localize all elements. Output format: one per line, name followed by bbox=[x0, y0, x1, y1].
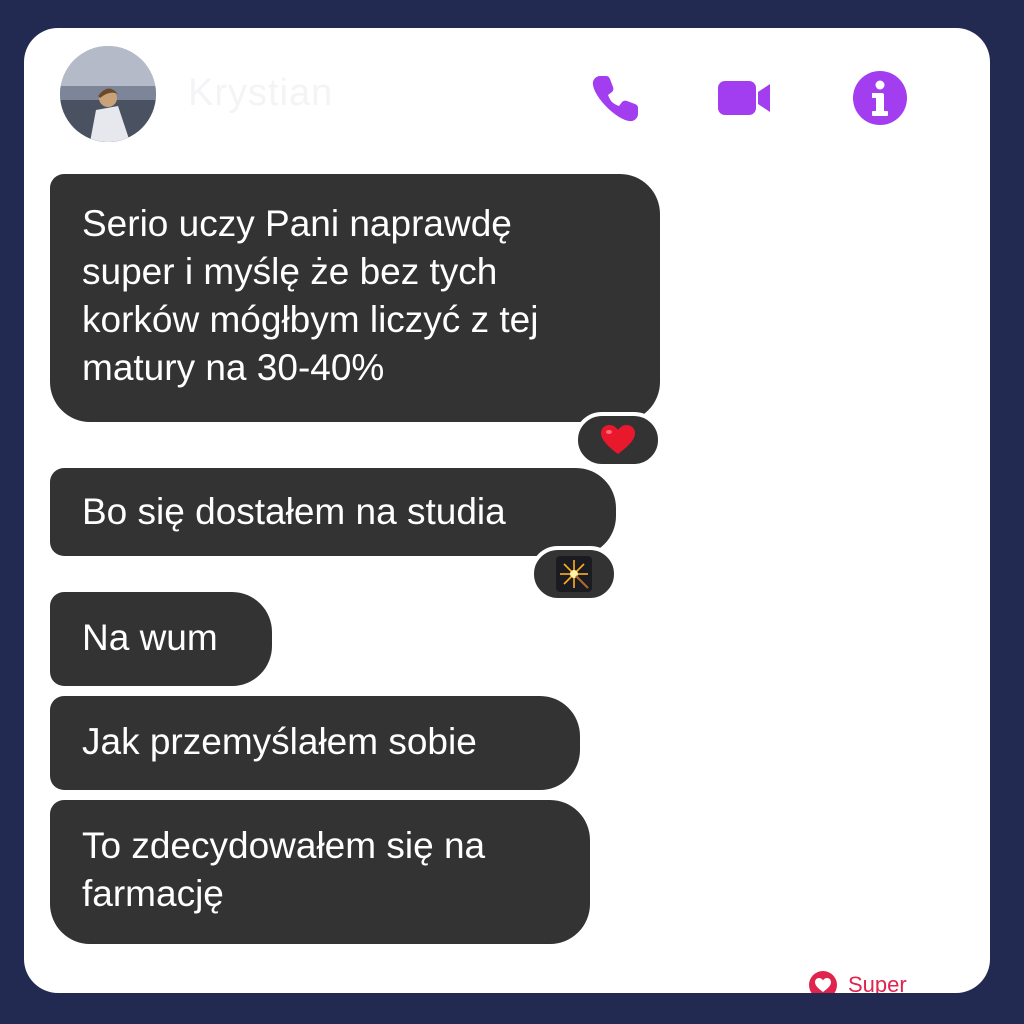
heart-emoji-icon bbox=[601, 425, 635, 454]
phone-icon[interactable] bbox=[586, 68, 646, 128]
heart-icon bbox=[809, 971, 837, 993]
message-bubble[interactable]: Bo się dostałem na studia bbox=[50, 468, 616, 556]
sparkler-emoji-icon bbox=[556, 556, 592, 592]
message-bubble[interactable]: To zdecydowałem się na farmację bbox=[50, 800, 590, 944]
message-bubble[interactable]: Serio uczy Pani naprawdę super i myślę ż… bbox=[50, 174, 660, 422]
sparkler-reaction[interactable] bbox=[530, 546, 618, 602]
message-bubble[interactable]: Jak przemyślałem sobie bbox=[50, 696, 580, 790]
message-bubble[interactable]: Na wum bbox=[50, 592, 272, 686]
heart-reaction[interactable] bbox=[574, 412, 662, 468]
contact-name[interactable]: Krystian bbox=[188, 72, 333, 115]
info-icon[interactable] bbox=[850, 68, 910, 128]
chat-card: Krystian Serio uczy Pani naprawdę super … bbox=[24, 28, 990, 993]
avatar[interactable] bbox=[60, 46, 156, 142]
video-camera-icon[interactable] bbox=[714, 68, 774, 128]
super-badge: Super bbox=[804, 966, 928, 993]
super-label: Super bbox=[848, 972, 907, 993]
